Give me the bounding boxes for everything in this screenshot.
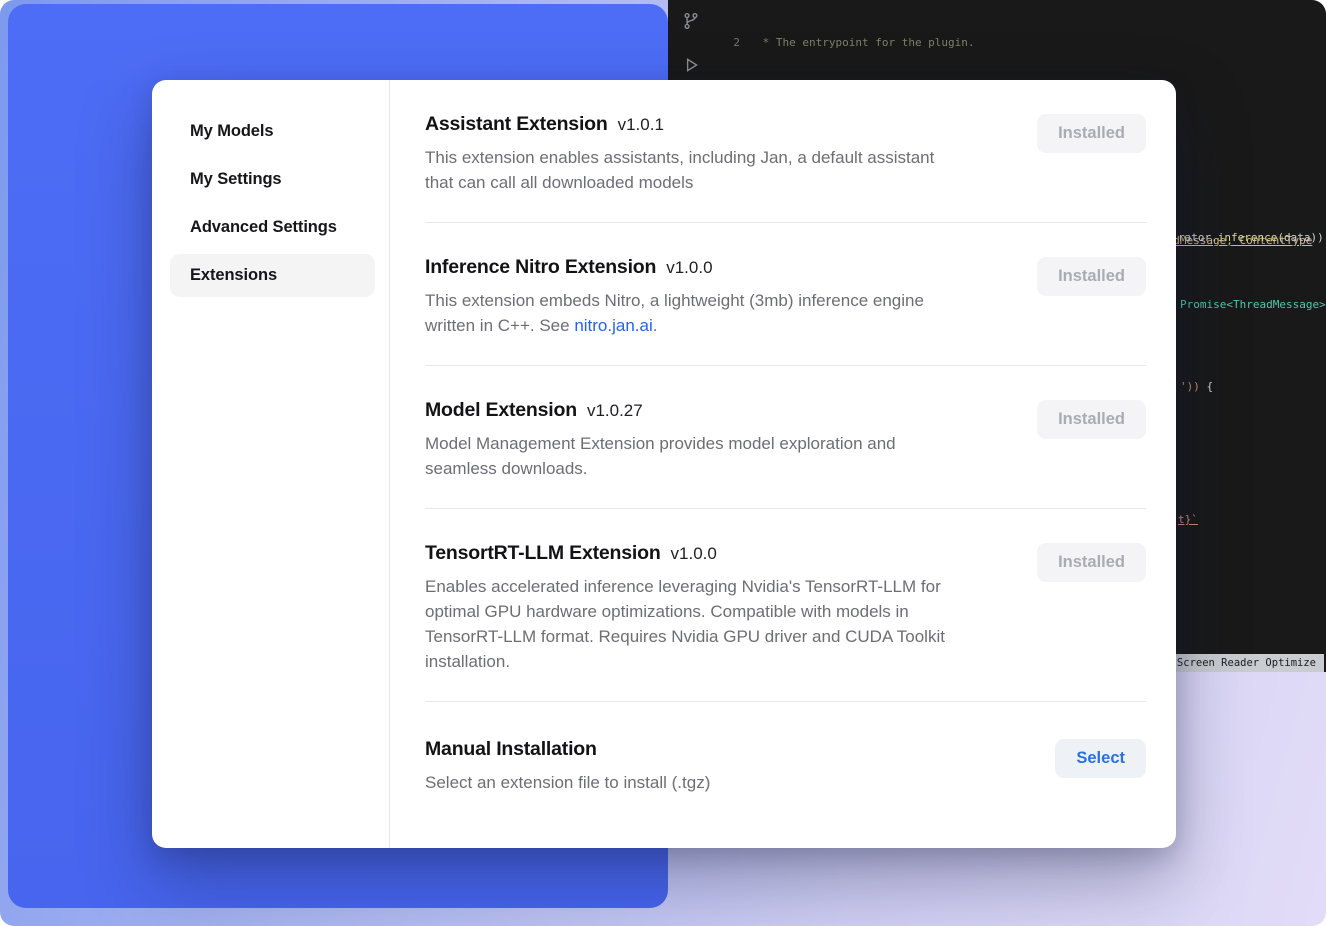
settings-sidebar: My Models My Settings Advanced Settings …	[152, 80, 390, 848]
code-line: 2 * The entrypoint for the plugin.	[714, 35, 1326, 52]
extensions-list: Assistant Extension v1.0.1 This extensio…	[390, 80, 1176, 848]
code-fragment: rator.inference(data));	[1178, 230, 1326, 247]
manual-installation: Manual Installation Select an extension …	[425, 702, 1146, 795]
git-branch-icon	[682, 12, 700, 30]
run-icon	[682, 56, 700, 74]
code-text: * The entrypoint for the plugin.	[756, 35, 975, 52]
nitro-link[interactable]: nitro.jan.ai	[574, 316, 652, 335]
extension-name: Assistant Extension	[425, 113, 608, 136]
line-number: 2	[714, 35, 740, 52]
sidebar-item-my-models[interactable]: My Models	[170, 110, 375, 153]
manual-installation-description: Select an extension file to install (.tg…	[425, 770, 710, 795]
screenshot-frame: 2 * The entrypoint for the plugin. 3 */ …	[0, 0, 1326, 926]
select-file-button[interactable]: Select	[1055, 739, 1146, 778]
code-fragment: Promise<ThreadMessage>	[1180, 297, 1326, 314]
extension-assistant: Assistant Extension v1.0.1 This extensio…	[425, 80, 1146, 222]
extension-model: Model Extension v1.0.27 Model Management…	[425, 366, 1146, 508]
extension-name: Model Extension	[425, 399, 577, 422]
extension-description: Enables accelerated inference leveraging…	[425, 574, 945, 674]
extension-version: v1.0.0	[666, 258, 712, 278]
sidebar-item-advanced-settings[interactable]: Advanced Settings	[170, 206, 375, 249]
manual-installation-title: Manual Installation	[425, 738, 597, 761]
extension-name: TensortRT-LLM Extension	[425, 542, 661, 565]
extension-tensorrt: TensortRT-LLM Extension v1.0.0 Enables a…	[425, 509, 1146, 701]
code-fragment: ')) {	[1180, 379, 1213, 396]
extension-description: This extension enables assistants, inclu…	[425, 145, 934, 195]
extension-nitro: Inference Nitro Extension v1.0.0 This ex…	[425, 223, 1146, 365]
installed-button: Installed	[1037, 400, 1146, 439]
extension-name: Inference Nitro Extension	[425, 256, 656, 279]
extension-version: v1.0.0	[671, 544, 717, 564]
sidebar-item-my-settings[interactable]: My Settings	[170, 158, 375, 201]
settings-modal: My Models My Settings Advanced Settings …	[152, 80, 1176, 848]
screen-reader-chip: Screen Reader Optimize	[1169, 654, 1324, 673]
extension-description: This extension embeds Nitro, a lightweig…	[425, 288, 924, 338]
extension-version: v1.0.27	[587, 401, 643, 421]
code-fragment: t}`	[1178, 512, 1198, 529]
extension-description: Model Management Extension provides mode…	[425, 431, 896, 481]
installed-button: Installed	[1037, 257, 1146, 296]
extension-version: v1.0.1	[618, 115, 664, 135]
installed-button: Installed	[1037, 543, 1146, 582]
installed-button: Installed	[1037, 114, 1146, 153]
sidebar-item-extensions[interactable]: Extensions	[170, 254, 375, 297]
